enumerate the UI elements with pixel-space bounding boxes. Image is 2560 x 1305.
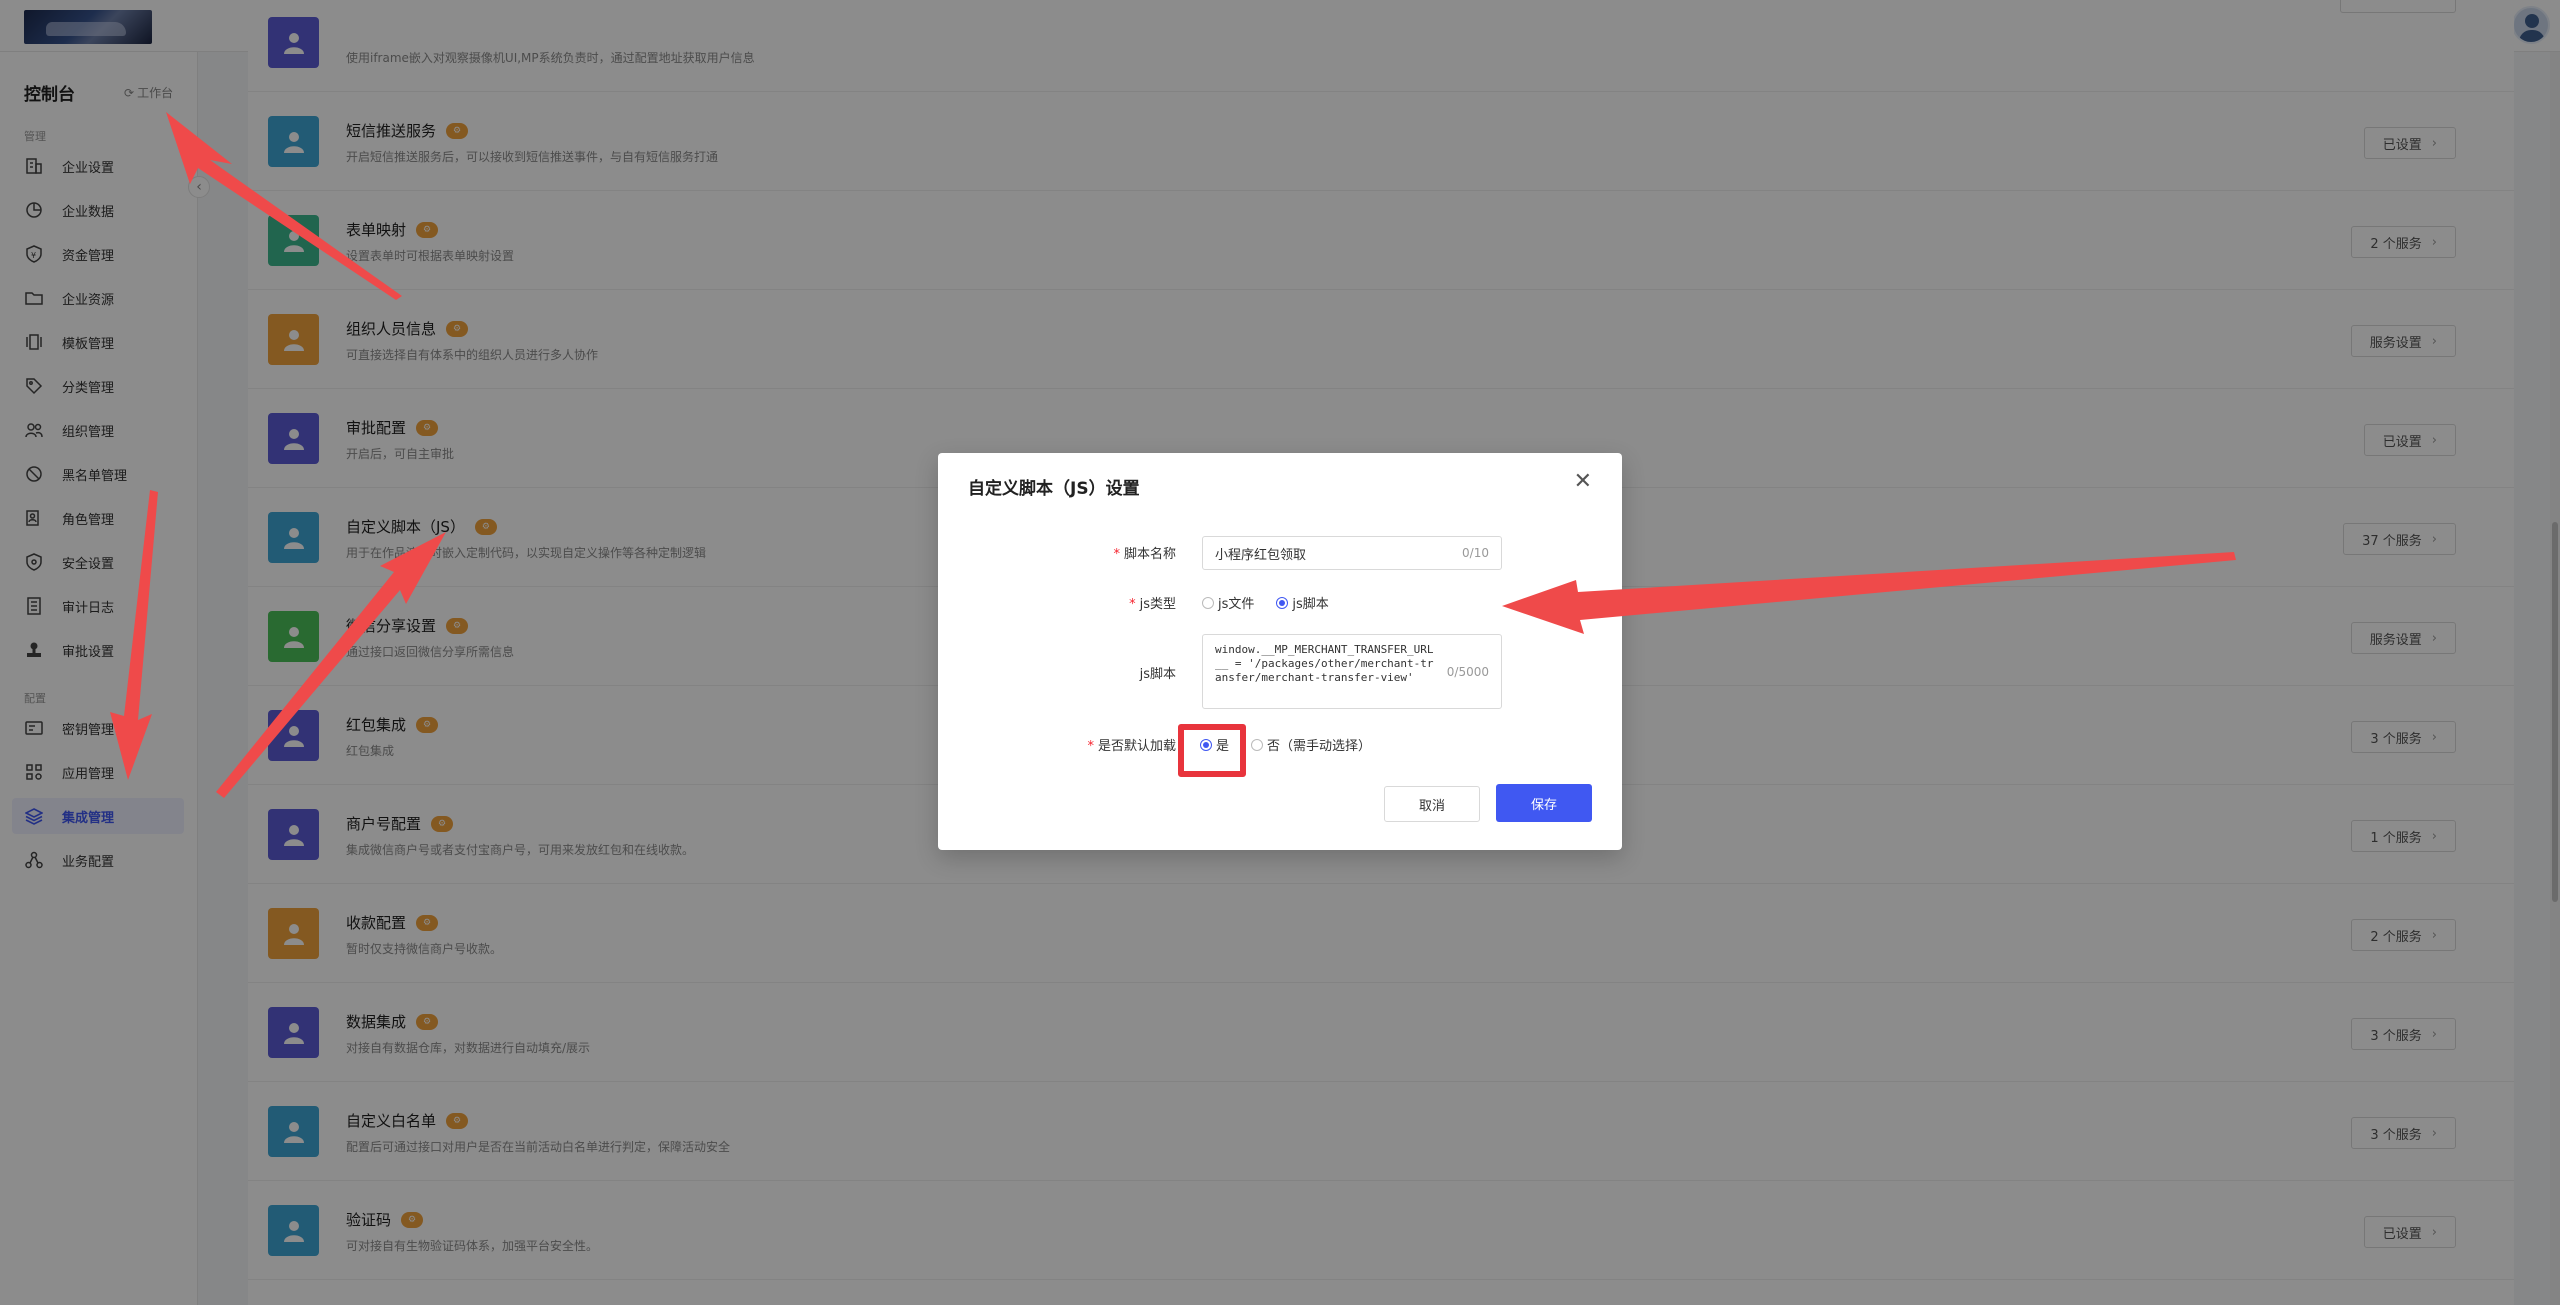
radio-selected-icon xyxy=(1276,596,1289,609)
script-name-value: 小程序红包领取 xyxy=(1215,547,1307,563)
js-script-textarea[interactable]: window.__MP_MERCHANT_TRANSFER_URL__ = '/… xyxy=(1202,634,1502,709)
annotation-highlight-box xyxy=(1178,724,1246,777)
js-script-value: window.__MP_MERCHANT_TRANSFER_URL__ = '/… xyxy=(1215,643,1434,684)
js-script-settings-dialog: 自定义脚本（JS）设置 ✕ * 脚本名称 小程序红包领取 0/10 * js类型 j… xyxy=(938,453,1622,850)
script-name-input[interactable]: 小程序红包领取 0/10 xyxy=(1202,536,1502,570)
js-script-label: js脚本 xyxy=(1139,667,1176,682)
js-script-count: 0/5000 xyxy=(1446,665,1489,679)
script-name-label: * 脚本名称 xyxy=(1113,547,1176,562)
close-icon[interactable]: ✕ xyxy=(1574,471,1592,493)
radio-label: js脚本 xyxy=(1292,597,1329,612)
radio-label: 否（需手动选择） xyxy=(1267,739,1372,754)
default-load-no-radio[interactable]: 否（需手动选择） xyxy=(1251,735,1371,754)
radio-circle-icon xyxy=(1251,738,1264,751)
default-load-label: * 是否默认加载 xyxy=(1087,739,1176,754)
cancel-button[interactable]: 取消 xyxy=(1384,786,1480,822)
js-type-label: * js类型 xyxy=(1129,597,1176,612)
js-type-file-radio[interactable]: js文件 xyxy=(1202,593,1254,612)
js-type-script-radio[interactable]: js脚本 xyxy=(1276,593,1329,612)
radio-circle-icon xyxy=(1202,596,1214,609)
radio-label: js文件 xyxy=(1218,597,1255,612)
js-type-radio-group: js文件 js脚本 xyxy=(1202,593,1351,612)
script-name-count: 0/10 xyxy=(1462,546,1489,560)
save-button[interactable]: 保存 xyxy=(1496,784,1592,822)
dialog-title: 自定义脚本（JS）设置 xyxy=(968,479,1140,499)
